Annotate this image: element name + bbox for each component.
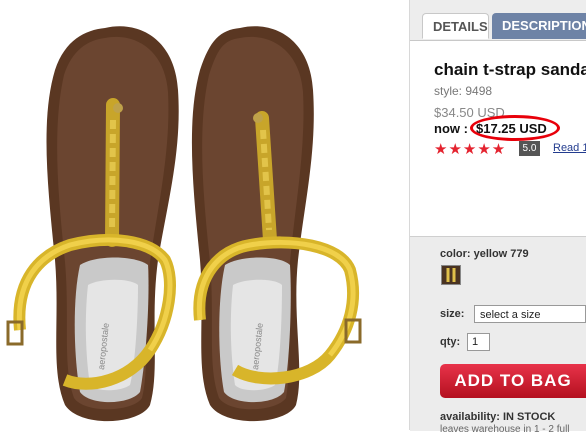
add-to-bag-button[interactable]: ADD TO BAG xyxy=(440,364,586,398)
product-style: style: 9498 xyxy=(434,84,493,98)
read-reviews-link[interactable]: Read 1 xyxy=(553,142,586,154)
sale-price-line: now : $17.25 USD xyxy=(434,121,547,136)
size-label: size: xyxy=(440,308,465,320)
swatch-thumbnail-icon xyxy=(442,266,460,284)
rating-score-badge: 5.0 xyxy=(519,141,540,156)
availability-status: availability: IN STOCK xyxy=(440,411,556,423)
color-swatch-yellow-779[interactable] xyxy=(441,265,461,285)
sandal-pair-illustration: aeropostale aeropostale xyxy=(6,26,362,422)
color-label: color: yellow 779 xyxy=(440,248,529,260)
price-highlight-circle xyxy=(470,115,560,141)
size-select[interactable]: select a size xyxy=(474,305,586,323)
product-title: chain t-strap sandal xyxy=(434,60,586,79)
left-sandal xyxy=(6,26,179,422)
tab-description[interactable]: DESCRIPTION xyxy=(492,13,586,39)
right-sandal xyxy=(191,26,362,422)
qty-label: qty: xyxy=(440,336,461,348)
product-image: aeropostale aeropostale xyxy=(0,0,384,430)
rating-stars: ★★★★★ xyxy=(434,141,507,158)
now-label: now : xyxy=(434,121,468,136)
purchase-options-box xyxy=(410,236,586,431)
qty-input[interactable]: 1 xyxy=(467,333,490,351)
tab-details[interactable]: DETAILS xyxy=(422,13,489,39)
